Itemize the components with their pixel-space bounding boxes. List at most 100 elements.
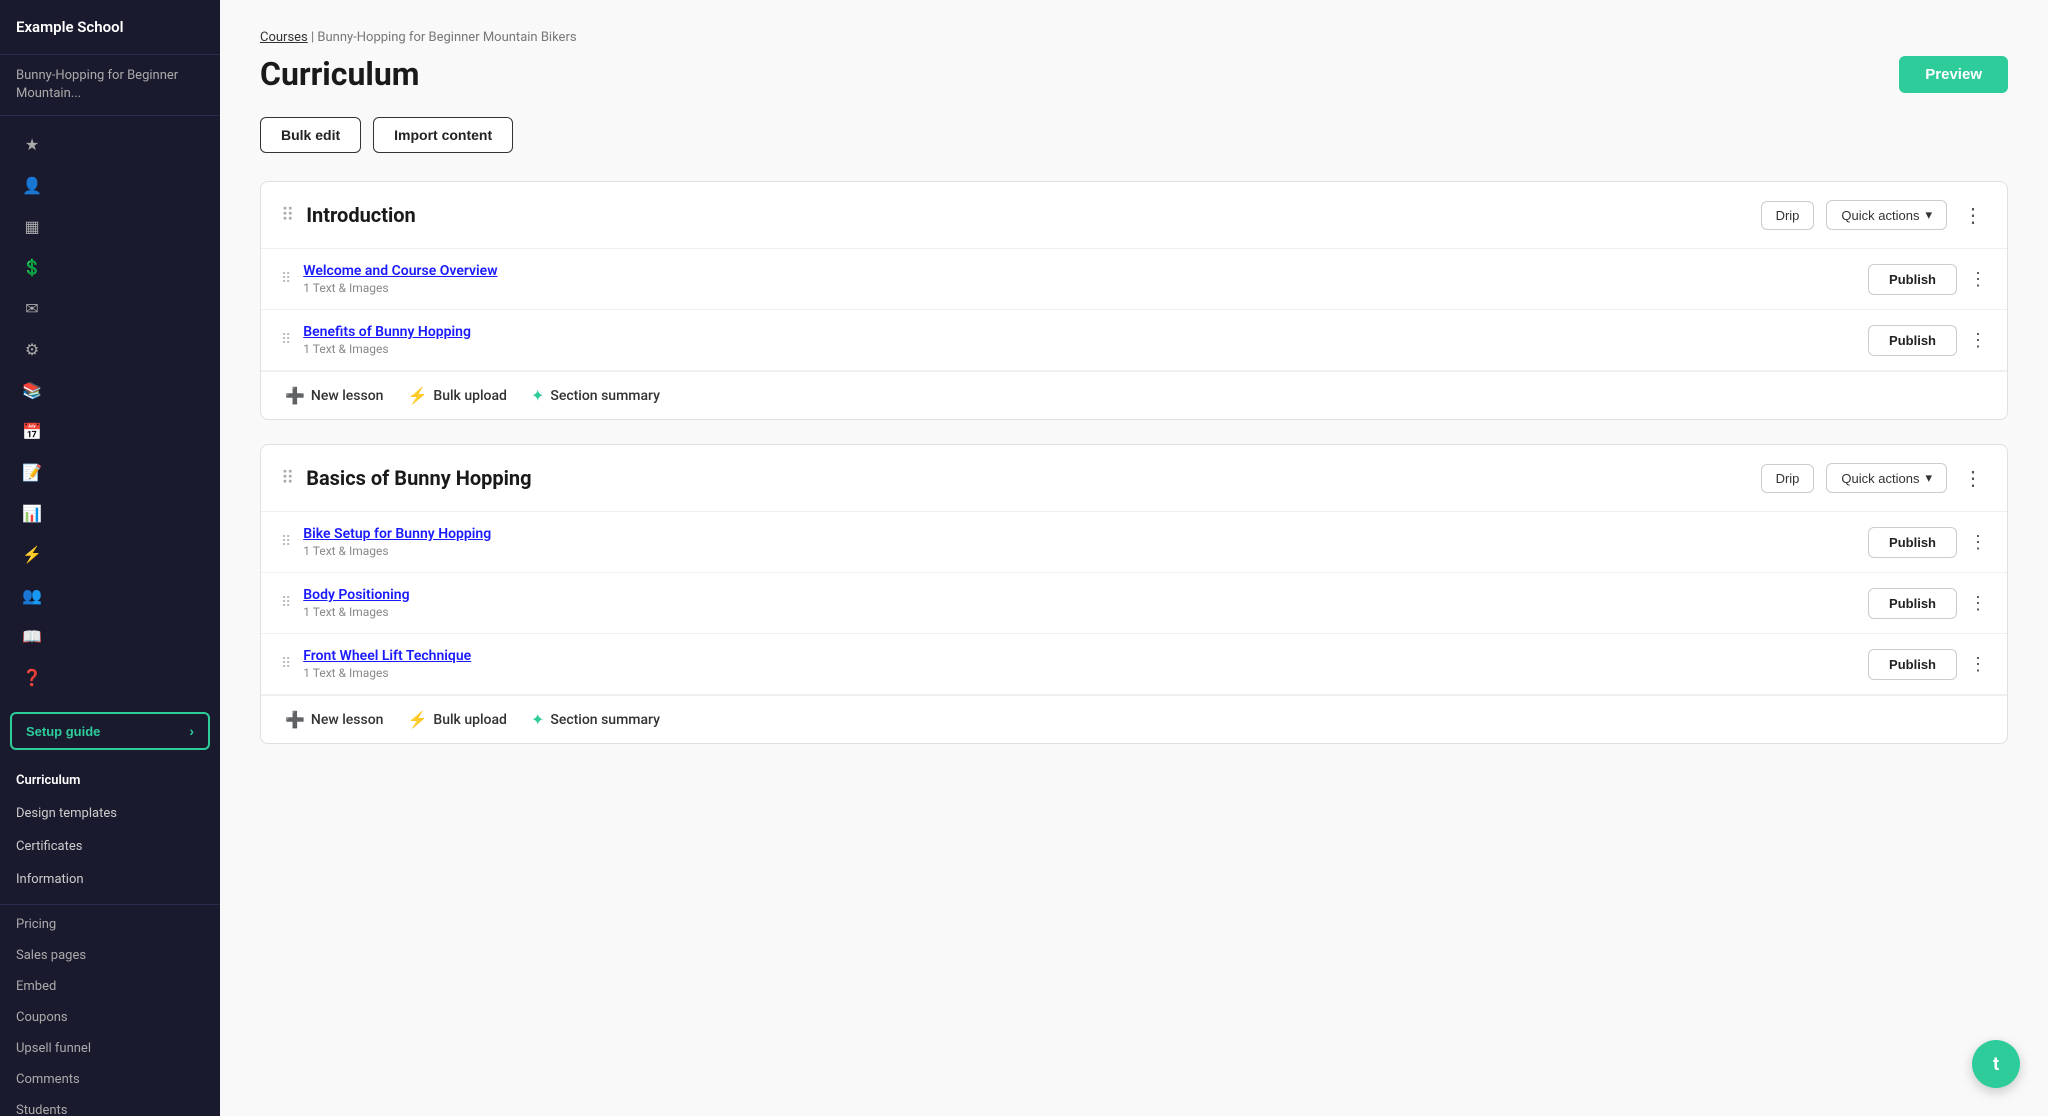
sidebar-item-curriculum[interactable]: Curriculum xyxy=(0,764,220,797)
sidebar-icon-dashboard[interactable]: ▦ xyxy=(6,207,214,246)
fab-button[interactable]: t xyxy=(1972,1040,2020,1088)
section-card-basics: ⠿ Basics of Bunny Hopping Drip Quick act… xyxy=(260,444,2008,744)
footer-action-0[interactable]: ➕ New lesson xyxy=(285,386,383,405)
footer-action-label: Bulk upload xyxy=(433,712,507,728)
sidebar-icon-people[interactable]: 👤 xyxy=(6,166,214,205)
breadcrumb-course-name: Bunny-Hopping for Beginner Mountain Bike… xyxy=(317,30,576,45)
drip-button-basics[interactable]: Drip xyxy=(1761,464,1815,493)
lesson-more-button[interactable]: ⋮ xyxy=(1969,269,1987,290)
sidebar-icon-calendar[interactable]: 📅 xyxy=(6,412,214,451)
sidebar-icon-group[interactable]: 👥 xyxy=(6,576,214,615)
section-header-introduction: ⠿ Introduction Drip Quick actions ▾ ⋮ xyxy=(261,182,2007,249)
footer-action-2[interactable]: ✦Section summary xyxy=(531,386,660,405)
chevron-right-icon: › xyxy=(189,723,194,739)
sidebar-item-coupons[interactable]: Coupons xyxy=(0,1002,220,1033)
footer-action-0[interactable]: ➕New lesson xyxy=(285,710,383,729)
sidebar-icon-help[interactable]: ❓ xyxy=(6,658,214,697)
main-content: Courses | Bunny-Hopping for Beginner Mou… xyxy=(220,0,2048,1116)
sidebar-icon-book[interactable]: 📖 xyxy=(6,617,214,656)
lesson-more-button[interactable]: ⋮ xyxy=(1969,330,1987,351)
import-content-button[interactable]: Import content xyxy=(373,117,513,153)
table-row: ⠿ Front Wheel Lift Technique 1 Text & Im… xyxy=(261,634,2007,695)
quick-actions-button-introduction[interactable]: Quick actions ▾ xyxy=(1826,200,1947,230)
quick-actions-button-basics[interactable]: Quick actions ▾ xyxy=(1826,463,1947,493)
footer-action-icon: ➕ xyxy=(285,386,305,405)
lesson-drag-handle[interactable]: ⠿ xyxy=(281,656,291,672)
footer-action-1[interactable]: ⚡Bulk upload xyxy=(407,710,507,729)
lesson-title-link[interactable]: Welcome and Course Overview xyxy=(303,263,1856,279)
lesson-more-button[interactable]: ⋮ xyxy=(1969,593,1987,614)
footer-action-2[interactable]: ✦ Section summary xyxy=(531,710,660,729)
sidebar-icon-library[interactable]: 📚 xyxy=(6,371,214,410)
lightning-icon: ⚡ xyxy=(22,545,42,564)
lesson-more-button[interactable]: ⋮ xyxy=(1969,654,1987,675)
sidebar-item-upsell-funnel[interactable]: Upsell funnel xyxy=(0,1033,220,1064)
sidebar-item-students[interactable]: Students xyxy=(0,1095,220,1116)
lesson-meta: 1 Text & Images xyxy=(303,666,1856,680)
section-more-button-introduction[interactable]: ⋮ xyxy=(1959,203,1987,228)
breadcrumb: Courses | Bunny-Hopping for Beginner Mou… xyxy=(260,30,2008,45)
sidebar-icon-notes[interactable]: 📝 xyxy=(6,453,214,492)
section-title-basics: Basics of Bunny Hopping xyxy=(306,466,1748,490)
sidebar-icon-star[interactable]: ★ xyxy=(6,125,214,164)
section-card-introduction: ⠿ Introduction Drip Quick actions ▾ ⋮ ⠿ … xyxy=(260,181,2008,420)
lesson-info: Bike Setup for Bunny Hopping 1 Text & Im… xyxy=(303,526,1856,558)
sidebar-item-information[interactable]: Information xyxy=(0,863,220,896)
page-title: Curriculum xyxy=(260,55,419,93)
sidebar-item-certificates[interactable]: Certificates xyxy=(0,830,220,863)
publish-button[interactable]: Publish xyxy=(1868,527,1957,558)
footer-action-label: Section summary xyxy=(550,712,660,728)
notes-icon: 📝 xyxy=(22,463,42,482)
sidebar-item-sales-pages[interactable]: Sales pages xyxy=(0,940,220,971)
lesson-drag-handle[interactable]: ⠿ xyxy=(281,271,291,287)
bulk-edit-button[interactable]: Bulk edit xyxy=(260,117,361,153)
sidebar-icon-analytics[interactable]: 📊 xyxy=(6,494,214,533)
lesson-drag-handle[interactable]: ⠿ xyxy=(281,534,291,550)
lesson-info: Welcome and Course Overview 1 Text & Ima… xyxy=(303,263,1856,295)
star-icon: ★ xyxy=(22,135,42,154)
footer-action-icon: ➕ xyxy=(285,710,305,729)
publish-button[interactable]: Publish xyxy=(1868,264,1957,295)
toolbar: Bulk edit Import content xyxy=(260,117,2008,153)
table-row: ⠿ Welcome and Course Overview 1 Text & I… xyxy=(261,249,2007,310)
lesson-title-link[interactable]: Body Positioning xyxy=(303,587,1856,603)
section-title-introduction: Introduction xyxy=(306,203,1748,227)
preview-button[interactable]: Preview xyxy=(1899,56,2008,93)
section-drag-handle[interactable]: ⠿ xyxy=(281,468,294,489)
sidebar-icon-settings[interactable]: ⚙ xyxy=(6,330,214,369)
section-more-button-basics[interactable]: ⋮ xyxy=(1959,466,1987,491)
lesson-title-link[interactable]: Benefits of Bunny Hopping xyxy=(303,324,1856,340)
publish-button[interactable]: Publish xyxy=(1868,649,1957,680)
lesson-more-button[interactable]: ⋮ xyxy=(1969,532,1987,553)
sidebar-item-design-templates[interactable]: Design templates xyxy=(0,797,220,830)
sidebar-icon-lightning[interactable]: ⚡ xyxy=(6,535,214,574)
sidebar-item-pricing[interactable]: Pricing xyxy=(0,909,220,940)
lesson-title-link[interactable]: Front Wheel Lift Technique xyxy=(303,648,1856,664)
sidebar-nav: Curriculum Design templates Certificates… xyxy=(0,756,220,905)
lesson-meta: 1 Text & Images xyxy=(303,605,1856,619)
table-row: ⠿ Body Positioning 1 Text & Images Publi… xyxy=(261,573,2007,634)
breadcrumb-courses-link[interactable]: Courses xyxy=(260,30,308,45)
sidebar-item-embed[interactable]: Embed xyxy=(0,971,220,1002)
sidebar-icon-dollar[interactable]: 💲 xyxy=(6,248,214,287)
table-row: ⠿ Benefits of Bunny Hopping 1 Text & Ima… xyxy=(261,310,2007,371)
footer-action-1[interactable]: ⚡Bulk upload xyxy=(407,386,507,405)
section-drag-handle[interactable]: ⠿ xyxy=(281,205,294,226)
dollar-icon: 💲 xyxy=(22,258,42,277)
setup-guide-button[interactable]: Setup guide › xyxy=(10,712,210,750)
publish-button[interactable]: Publish xyxy=(1868,588,1957,619)
lesson-drag-handle[interactable]: ⠿ xyxy=(281,595,291,611)
sidebar-icon-strip: ★ 👤 ▦ 💲 ✉ ⚙ 📚 📅 📝 📊 ⚡ 👥 📖 ❓ xyxy=(0,116,220,706)
footer-action-label: New lesson xyxy=(311,388,384,404)
mail-icon: ✉ xyxy=(22,299,42,318)
footer-action-icon: ✦ xyxy=(531,710,544,729)
publish-button[interactable]: Publish xyxy=(1868,325,1957,356)
drip-button-introduction[interactable]: Drip xyxy=(1761,201,1815,230)
sidebar-icon-mail[interactable]: ✉ xyxy=(6,289,214,328)
lesson-title-link[interactable]: Bike Setup for Bunny Hopping xyxy=(303,526,1856,542)
lesson-drag-handle[interactable]: ⠿ xyxy=(281,332,291,348)
library-icon: 📚 xyxy=(22,381,42,400)
calendar-icon: 📅 xyxy=(22,422,42,441)
sidebar-item-comments[interactable]: Comments xyxy=(0,1064,220,1095)
footer-action-label: Section summary xyxy=(550,388,660,404)
